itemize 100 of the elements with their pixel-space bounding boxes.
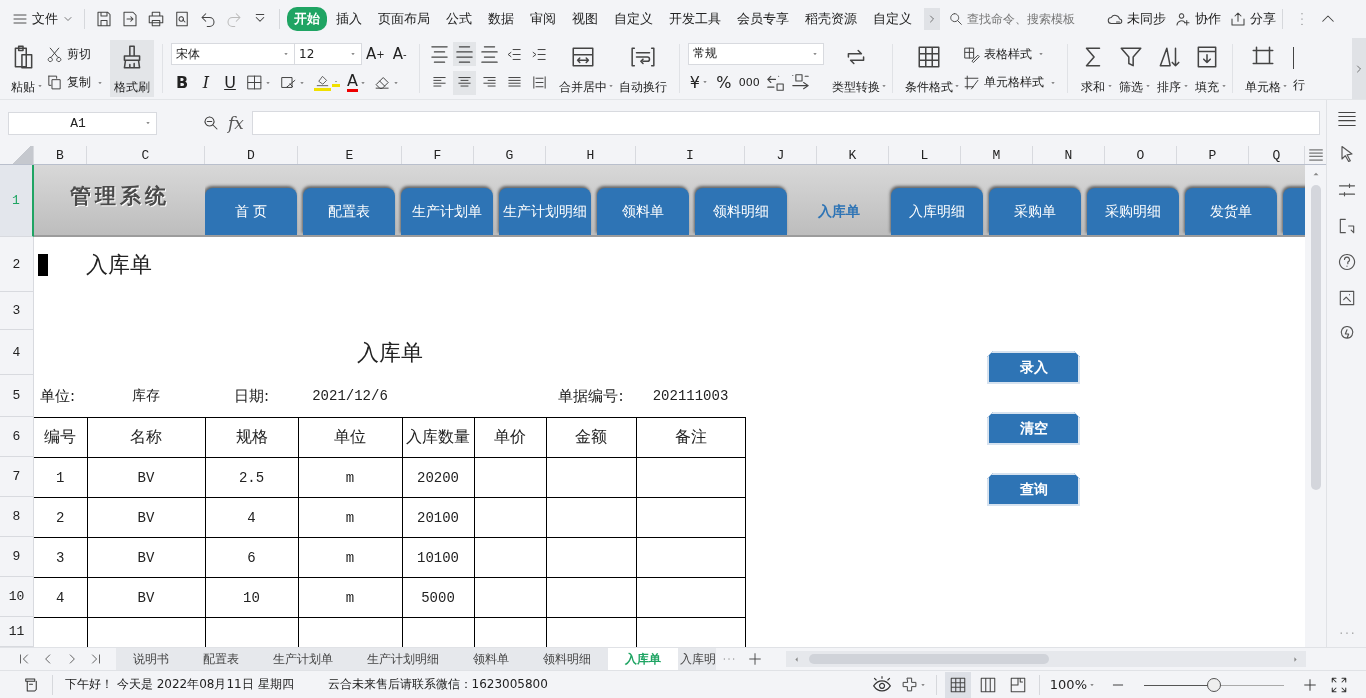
column-header[interactable]: O <box>1105 146 1177 164</box>
action-button[interactable]: 录入 <box>987 351 1080 384</box>
sheet-tab[interactable]: 生产计划明细 <box>350 648 456 670</box>
column-header[interactable]: Q <box>1249 146 1305 164</box>
horizontal-scrollbar[interactable] <box>786 651 1306 667</box>
action-button[interactable]: 协作 <box>1174 10 1221 28</box>
nav-tab[interactable]: 生产计划明细 <box>499 188 591 235</box>
sheet-tab[interactable]: 领料单 <box>456 648 526 670</box>
nav-tab[interactable]: 配置表 <box>303 188 395 235</box>
column-header[interactable]: E <box>298 146 402 164</box>
menu-tab[interactable]: 稻壳资源 <box>798 7 864 31</box>
nav-tab[interactable]: 采购明细 <box>1087 188 1179 235</box>
italic-button[interactable]: I <box>195 70 217 95</box>
sheet-tab[interactable]: 领料明细 <box>526 648 608 670</box>
menu-tab[interactable]: 视图 <box>565 7 605 31</box>
percent-button[interactable]: % <box>712 70 735 95</box>
table-style-button[interactable]: 表格样式 <box>960 43 1059 65</box>
menu-tab[interactable]: 自定义 <box>866 7 919 31</box>
fullscreen-icon[interactable] <box>1330 675 1348 694</box>
number-format-select[interactable]: 常规 <box>687 42 824 65</box>
nav-tab[interactable]: 发货单 <box>1185 188 1277 235</box>
action-button[interactable]: 查询 <box>987 473 1080 506</box>
sheet-tab[interactable]: 说明书 <box>116 648 186 670</box>
menu-tab[interactable]: 会员专享 <box>730 7 796 31</box>
search-field[interactable]: 查找命令、搜索模板 <box>948 11 1098 27</box>
convert-type-button[interactable]: 类型转换 <box>827 40 884 97</box>
menu-tab[interactable]: 插入 <box>329 7 369 31</box>
menu-tab[interactable]: 数据 <box>481 7 521 31</box>
menu-tab[interactable]: 页面布局 <box>371 7 437 31</box>
last-sheet-icon[interactable] <box>89 652 103 666</box>
nav-tab[interactable]: 领料明细 <box>695 188 787 235</box>
sheet-tab[interactable]: 生产计划单 <box>256 648 350 670</box>
column-header[interactable]: B <box>34 146 87 164</box>
column-header[interactable]: J <box>745 146 817 164</box>
underline-button[interactable]: U <box>219 70 241 95</box>
conditional-format-button[interactable]: 条件格式 <box>900 40 957 97</box>
shrink-font-button[interactable]: A$^{-}$ <box>388 42 411 67</box>
filter-button[interactable]: 筛选 <box>1113 40 1148 97</box>
currency-button[interactable]: ¥ <box>687 70 711 95</box>
menu-tab[interactable]: 审阅 <box>523 7 563 31</box>
merge-button[interactable]: 合并居中 <box>554 40 611 97</box>
column-header[interactable]: M <box>961 146 1033 164</box>
slider-thumb[interactable] <box>1207 677 1221 692</box>
cell-button[interactable]: 单元格 <box>1240 40 1285 97</box>
font-select[interactable]: 宋体 <box>171 43 295 66</box>
sort-button[interactable]: 排序 <box>1151 40 1186 97</box>
bold-button[interactable]: B <box>171 70 193 95</box>
column-header[interactable]: N <box>1033 146 1105 164</box>
column-header[interactable]: L <box>889 146 961 164</box>
nav-tab[interactable]: 采购单 <box>989 188 1081 235</box>
file-menu[interactable]: 文件 <box>8 10 78 28</box>
column-header[interactable]: G <box>474 146 546 164</box>
align-middle-button[interactable] <box>452 42 476 67</box>
menu-tab[interactable]: 自定义 <box>607 7 660 31</box>
column-header[interactable]: I <box>636 146 745 164</box>
zoom-select[interactable]: 100% <box>1049 677 1096 692</box>
undo-icon[interactable] <box>199 10 217 28</box>
menu-tab[interactable]: 开发工具 <box>662 7 728 31</box>
print-preview-icon[interactable] <box>173 10 191 28</box>
paste-button[interactable]: 粘贴 <box>6 40 40 97</box>
column-header[interactable]: F <box>402 146 474 164</box>
name-box[interactable]: A1 <box>8 111 157 135</box>
print-icon[interactable] <box>147 10 165 28</box>
grow-font-button[interactable]: A$^{+}$ <box>364 42 387 67</box>
column-header[interactable]: H <box>546 146 636 164</box>
zoom-in-icon[interactable] <box>1302 676 1318 693</box>
action-button[interactable]: 清空 <box>987 412 1080 445</box>
nav-tab[interactable]: 入库明细 <box>891 188 983 235</box>
column-header[interactable]: D <box>205 146 298 164</box>
nav-tab[interactable]: 首 页 <box>205 188 297 235</box>
menu-tab[interactable]: 公式 <box>439 7 479 31</box>
cell-style-button[interactable]: 单元格样式 <box>960 72 1059 94</box>
first-sheet-icon[interactable] <box>17 652 31 666</box>
save-icon[interactable] <box>95 10 113 28</box>
cut-button[interactable]: 剪切 <box>44 43 106 65</box>
align-center-button[interactable] <box>452 70 476 95</box>
format-painter-button[interactable]: 格式刷 <box>110 40 154 97</box>
sheet-tab[interactable]: 配置表 <box>186 648 256 670</box>
copy-button[interactable]: 复制 <box>44 72 106 94</box>
column-header[interactable]: C <box>87 146 205 164</box>
view-button[interactable] <box>944 671 971 698</box>
fill-button[interactable]: 填充 <box>1189 40 1224 97</box>
wrap-text-button[interactable]: 自动换行 <box>614 40 671 97</box>
column-header[interactable]: K <box>817 146 889 164</box>
sheet-tab[interactable]: 入库明 <box>678 648 716 670</box>
scroll-icon[interactable] <box>22 675 40 694</box>
action-button[interactable]: 分享 <box>1229 10 1276 28</box>
nav-tab[interactable]: 生产计划单 <box>401 188 493 235</box>
nav-tab[interactable]: 领料单 <box>597 188 689 235</box>
formula-input[interactable] <box>251 111 1320 135</box>
sum-button[interactable]: 求和 <box>1075 40 1110 97</box>
action-button[interactable]: 未同步 <box>1106 10 1166 28</box>
row-button[interactable]: 行 <box>1288 40 1309 97</box>
help-icon[interactable] <box>1336 252 1357 272</box>
zoom-slider[interactable] <box>1144 677 1284 692</box>
fx-button[interactable]: fx <box>228 113 244 133</box>
zoom-icon[interactable] <box>202 114 220 132</box>
export-icon[interactable] <box>121 10 139 28</box>
scroll-thumb[interactable] <box>1310 185 1321 490</box>
font-size-select[interactable]: 12 <box>294 43 362 66</box>
